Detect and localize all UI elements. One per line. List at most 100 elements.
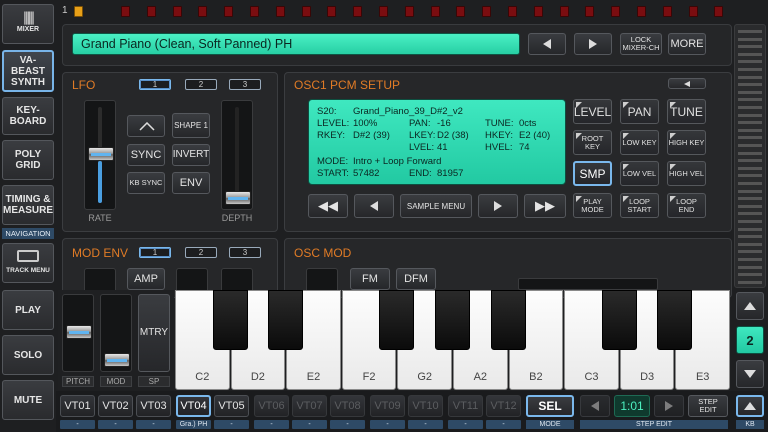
track-led[interactable]	[224, 6, 234, 17]
track-led[interactable]	[508, 6, 517, 17]
track-led[interactable]	[275, 6, 285, 17]
sample-next-button[interactable]	[478, 194, 518, 218]
high-vel-button[interactable]: HIGH VEL	[667, 161, 706, 186]
mtry-button[interactable]: MTRY	[138, 294, 170, 372]
track-led[interactable]	[637, 6, 646, 17]
track-led[interactable]	[559, 6, 569, 17]
lfo-page-3[interactable]: 3	[229, 79, 261, 90]
black-key[interactable]	[490, 290, 526, 350]
mute-button[interactable]: MUTE	[2, 380, 54, 420]
track-button-9[interactable]: VT09	[370, 395, 405, 417]
lfo-kb-sync-button[interactable]: KB SYNC	[127, 172, 165, 194]
sel-button[interactable]: SEL	[526, 395, 574, 417]
track-button-1[interactable]: VT01	[60, 395, 95, 417]
preset-next-button[interactable]	[574, 33, 612, 55]
level-button[interactable]: LEVEL	[573, 99, 612, 124]
mod-env-page-3[interactable]: 3	[229, 247, 261, 258]
lfo-depth-slider[interactable]	[221, 100, 253, 210]
black-key[interactable]	[435, 290, 470, 350]
osc-mod-h-slider[interactable]	[518, 278, 658, 290]
track-led[interactable]	[662, 6, 672, 17]
track-led[interactable]	[585, 6, 595, 17]
lock-mixer-ch-button[interactable]: LOCK MIXER-CH	[620, 33, 662, 55]
track-button-12[interactable]: VT12	[486, 395, 521, 417]
loop-end-button[interactable]: LOOP END	[667, 193, 706, 218]
tune-button[interactable]: TUNE	[667, 99, 706, 124]
kb-up-button[interactable]	[736, 395, 764, 417]
sample-last-button[interactable]: ▶▶	[524, 194, 566, 218]
black-key[interactable]	[268, 290, 304, 350]
osc1-back-button[interactable]	[668, 78, 706, 89]
sample-menu-button[interactable]: SAMPLE MENU	[400, 194, 472, 218]
sample-first-button[interactable]: ◀◀	[308, 194, 348, 218]
lfo-page-1[interactable]: 1	[139, 79, 171, 90]
sample-prev-button[interactable]	[354, 194, 394, 218]
octave-down-button[interactable]	[736, 360, 764, 388]
track-led[interactable]	[172, 6, 182, 17]
osc-mod-dfm-button[interactable]: DFM	[396, 268, 436, 290]
track-led[interactable]	[327, 6, 337, 17]
track-button-3[interactable]: VT03	[136, 395, 171, 417]
track-led[interactable]	[353, 6, 363, 17]
preset-prev-button[interactable]	[528, 33, 566, 55]
track-led[interactable]	[198, 6, 208, 17]
preset-name-display[interactable]: Grand Piano (Clean, Soft Panned) PH	[72, 33, 520, 55]
right-scroll-strip[interactable]	[734, 24, 766, 288]
track-led[interactable]	[146, 6, 156, 17]
nav-timing-measure[interactable]: TIMING & MEASURE	[2, 185, 54, 225]
mixer-button[interactable]: ⫼⫼ MIXER	[2, 4, 54, 44]
lfo-invert-button[interactable]: INVERT	[172, 144, 210, 166]
track-button-11[interactable]: VT11	[448, 395, 483, 417]
track-led[interactable]	[404, 6, 414, 17]
black-key[interactable]	[657, 290, 693, 350]
track-led[interactable]	[533, 6, 543, 17]
track-button-2[interactable]: VT02	[98, 395, 133, 417]
track-led[interactable]	[379, 6, 388, 17]
lfo-sync-button[interactable]: SYNC	[127, 144, 165, 166]
nav-keyboard[interactable]: KEY-BOARD	[2, 97, 54, 135]
mod-knob[interactable]	[104, 353, 130, 367]
track-led[interactable]	[456, 6, 466, 17]
osc-mod-fm-button[interactable]: FM	[350, 268, 390, 290]
low-key-button[interactable]: LOW KEY	[620, 130, 659, 155]
loop-start-button[interactable]: LOOP START	[620, 193, 659, 218]
track-button-8[interactable]: VT08	[330, 395, 365, 417]
pitch-knob[interactable]	[66, 325, 92, 339]
rate-knob[interactable]	[88, 147, 114, 161]
track-led[interactable]	[121, 6, 130, 17]
depth-knob[interactable]	[225, 191, 251, 205]
track-led[interactable]	[482, 6, 492, 17]
play-mode-button[interactable]: PLAY MODE	[573, 193, 612, 218]
nav-poly-grid[interactable]: POLY GRID	[2, 140, 54, 180]
track-led[interactable]	[250, 6, 259, 17]
track-button-10[interactable]: VT10	[408, 395, 443, 417]
track-led-active[interactable]	[74, 6, 83, 17]
lfo-page-2[interactable]: 2	[185, 79, 217, 90]
step-edit-button[interactable]: STEP EDIT	[688, 395, 728, 417]
black-key[interactable]	[379, 290, 415, 350]
low-vel-button[interactable]: LOW VEL	[620, 161, 659, 186]
play-button[interactable]: PLAY	[2, 290, 54, 330]
track-led[interactable]	[301, 6, 311, 17]
mod-wheel[interactable]	[100, 294, 132, 372]
lfo-shape-up-button[interactable]	[127, 115, 165, 137]
high-key-button[interactable]: HIGH KEY	[667, 130, 706, 155]
track-button-6[interactable]: VT06	[254, 395, 289, 417]
pan-button[interactable]: PAN	[620, 99, 659, 124]
track-menu-button[interactable]: TRACK MENU	[2, 243, 54, 283]
nav-va-beast-synth[interactable]: VA-BEAST SYNTH	[2, 50, 54, 92]
track-button-5[interactable]: VT05	[214, 395, 249, 417]
step-next-button[interactable]	[654, 395, 684, 417]
track-led[interactable]	[714, 6, 724, 17]
mod-env-page-1[interactable]: 1	[139, 247, 171, 258]
pitch-wheel[interactable]	[62, 294, 94, 372]
root-key-button[interactable]: ROOT KEY	[573, 130, 612, 155]
mod-env-page-2[interactable]: 2	[185, 247, 217, 258]
track-led[interactable]	[611, 6, 621, 17]
track-button-7[interactable]: VT07	[292, 395, 327, 417]
smp-button[interactable]: SMP	[573, 161, 612, 186]
solo-button[interactable]: SOLO	[2, 335, 54, 375]
lfo-shape-button[interactable]: SHAPE 1	[172, 113, 210, 138]
octave-up-button[interactable]	[736, 292, 764, 320]
step-prev-button[interactable]	[580, 395, 610, 417]
